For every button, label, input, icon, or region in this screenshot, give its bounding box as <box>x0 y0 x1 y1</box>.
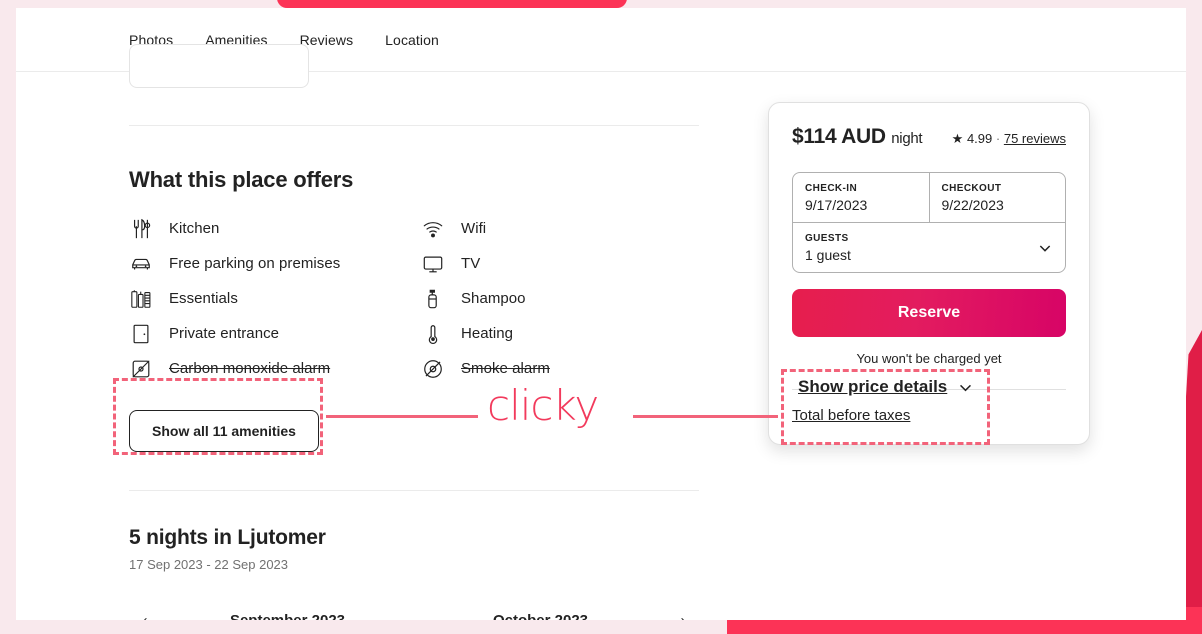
page-content: What this place offers Kitchen Wifi Free… <box>16 44 1186 620</box>
tab-location[interactable]: Location <box>385 32 439 48</box>
tv-icon <box>421 252 445 276</box>
rating-value: 4.99 <box>966 131 993 146</box>
amenity-private-entrance: Private entrance <box>129 321 421 346</box>
left-column: What this place offers Kitchen Wifi Free… <box>129 72 714 620</box>
guests-label: GUESTS <box>805 233 849 244</box>
calendar-month-right: October 2023 <box>492 611 589 621</box>
price-row: $114 AUD night ★ 4.99 · 75 reviews <box>792 125 1066 149</box>
amenity-label: Shampoo <box>461 290 526 307</box>
show-all-amenities-wrap: Show all 11 amenities <box>129 410 714 452</box>
checkout-value: 9/22/2023 <box>941 197 1004 213</box>
amenity-label: Wifi <box>461 220 487 237</box>
nights-heading: 5 nights in Ljutomer <box>129 526 326 549</box>
checkout-field[interactable]: CHECKOUT 9/22/2023 <box>930 173 1066 222</box>
amenity-free-parking: Free parking on premises <box>129 251 421 276</box>
smoke-alarm-off-icon <box>421 357 445 381</box>
amenity-label: Heating <box>461 325 514 342</box>
price-value: $114 AUD <box>792 125 886 148</box>
amenity-carbon-monoxide-alarm: Carbon monoxide alarm <box>129 356 421 381</box>
checkin-field[interactable]: CHECK-IN 9/17/2023 <box>793 173 930 222</box>
calendar-next-icon[interactable]: › <box>667 604 699 621</box>
show-all-amenities-button[interactable]: Show all 11 amenities <box>129 410 319 452</box>
show-price-details-control[interactable]: Show price details <box>798 377 974 397</box>
show-price-details-label[interactable]: Show price details <box>798 377 948 397</box>
amenity-essentials: Essentials <box>129 286 421 311</box>
amenity-shampoo: Shampoo <box>421 286 713 311</box>
amenity-smoke-alarm: Smoke alarm <box>421 356 713 381</box>
browser-chrome-top-shape <box>277 0 627 8</box>
amenity-heating: Heating <box>421 321 713 346</box>
date-guests-box: CHECK-IN 9/17/2023 CHECKOUT 9/22/2023 GU… <box>792 172 1066 273</box>
partially-visible-button[interactable] <box>129 44 309 88</box>
amenity-kitchen: Kitchen <box>129 216 421 241</box>
amenity-label: Free parking on premises <box>169 255 341 272</box>
price-unit: night <box>891 130 923 147</box>
chevron-down-icon <box>1039 245 1051 252</box>
amenity-wifi: Wifi <box>421 216 713 241</box>
amenity-label: Kitchen <box>169 220 220 237</box>
no-charge-note: You won't be charged yet <box>856 351 1002 366</box>
essentials-icon <box>129 287 153 311</box>
checkin-value: 9/17/2023 <box>805 197 868 213</box>
amenity-label: Carbon monoxide alarm <box>169 360 331 377</box>
calendar-month-left: September 2023 <box>229 611 346 621</box>
calendar-header: ‹ September 2023 October 2023 › <box>129 604 699 621</box>
thermometer-icon <box>421 322 445 346</box>
guests-value: 1 guest <box>805 247 851 263</box>
nights-daterange: 17 Sep 2023 - 22 Sep 2023 <box>129 557 289 572</box>
reviews-link[interactable]: 75 reviews <box>1004 131 1066 146</box>
total-label: Total before taxes <box>792 407 911 424</box>
shampoo-icon <box>421 287 445 311</box>
amenity-label: Smoke alarm <box>461 360 550 377</box>
rating-block: ★ 4.99 · 75 reviews <box>952 131 1066 147</box>
divider-top <box>129 125 699 126</box>
wifi-icon <box>421 217 445 241</box>
co-alarm-off-icon <box>129 357 153 381</box>
guests-text: GUESTS 1 guest <box>805 233 851 263</box>
date-row: CHECK-IN 9/17/2023 CHECKOUT 9/22/2023 <box>793 173 1065 222</box>
divider-bottom <box>129 490 699 491</box>
checkout-label: CHECKOUT <box>941 183 1002 194</box>
amenity-label: TV <box>461 255 481 272</box>
listing-page: Photos Amenities Reviews Location What t… <box>16 8 1186 620</box>
reserve-button[interactable]: Reserve <box>792 289 1066 337</box>
kitchen-icon <box>129 217 153 241</box>
amenity-label: Private entrance <box>169 325 280 342</box>
amenities-grid: Kitchen Wifi Free parking on premises TV… <box>129 216 714 381</box>
door-icon <box>129 322 153 346</box>
amenity-tv: TV <box>421 251 713 276</box>
star-icon: ★ <box>951 131 964 146</box>
guests-field[interactable]: GUESTS 1 guest <box>793 222 1065 272</box>
calendar-prev-icon[interactable]: ‹ <box>129 604 161 621</box>
checkin-label: CHECK-IN <box>805 183 858 194</box>
car-icon <box>129 252 153 276</box>
tab-reviews[interactable]: Reviews <box>300 32 354 48</box>
price-amount: $114 AUD night <box>792 125 923 149</box>
amenities-heading: What this place offers <box>129 167 354 192</box>
amenity-label: Essentials <box>169 290 238 307</box>
right-column: $114 AUD night ★ 4.99 · 75 reviews CHECK… <box>714 72 1090 620</box>
chevron-down-icon <box>960 384 972 391</box>
rating-separator: · <box>995 131 1001 146</box>
